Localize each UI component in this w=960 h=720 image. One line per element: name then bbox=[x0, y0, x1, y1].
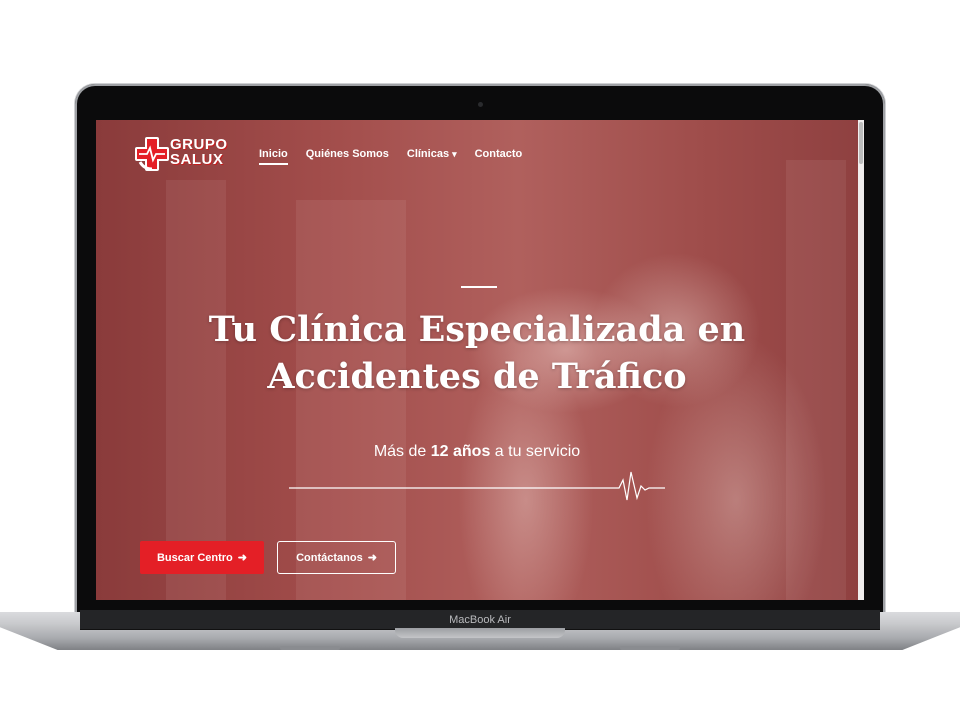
contactanos-button[interactable]: Contáctanos ➜ bbox=[277, 541, 396, 574]
main-nav: Inicio Quiénes Somos Clínicas ▾ Contacto bbox=[259, 148, 522, 165]
hero-subtitle-before: Más de bbox=[373, 443, 431, 460]
hero-title-line2: Accidentes de Tráfico bbox=[267, 356, 687, 397]
laptop-foot bbox=[280, 646, 340, 650]
medical-cross-icon bbox=[135, 137, 169, 171]
arrow-right-icon: ➜ bbox=[237, 552, 247, 564]
nav-item-clinicas-label: Clínicas bbox=[406, 148, 450, 160]
logo-line2: SALUX bbox=[170, 151, 224, 168]
nav-item-quienes-somos[interactable]: Quiénes Somos bbox=[306, 148, 389, 165]
nav-item-clinicas[interactable]: Clínicas ▾ bbox=[407, 148, 457, 165]
site-logo[interactable]: GRUPO SALUX bbox=[134, 134, 227, 174]
buscar-centro-label: Buscar Centro bbox=[156, 552, 233, 564]
arrow-right-icon: ➜ bbox=[367, 552, 377, 564]
heartbeat-line-icon bbox=[289, 471, 665, 501]
scrollbar-track[interactable] bbox=[858, 120, 864, 600]
hero-divider bbox=[461, 286, 497, 288]
camera-icon bbox=[478, 102, 483, 107]
hero-title: Tu Clínica Especializada en Accidentes d… bbox=[96, 306, 858, 400]
hero-subtitle: Más de 12 años a tu servicio bbox=[96, 443, 858, 461]
nav-item-inicio[interactable]: Inicio bbox=[259, 148, 288, 165]
background-corridor bbox=[296, 200, 406, 600]
device-label: MacBook Air bbox=[449, 614, 511, 626]
logo-text: GRUPO SALUX bbox=[170, 137, 228, 167]
hero-subtitle-bold: 12 años bbox=[430, 443, 491, 460]
hero-title-line1: Tu Clínica Especializada en bbox=[208, 309, 746, 350]
chevron-down-icon: ▾ bbox=[452, 149, 457, 159]
buscar-centro-button[interactable]: Buscar Centro ➜ bbox=[140, 541, 264, 574]
laptop-notch bbox=[395, 628, 565, 638]
hero-subtitle-after: a tu servicio bbox=[490, 443, 581, 460]
contactanos-label: Contáctanos bbox=[296, 552, 363, 564]
nav-item-contacto[interactable]: Contacto bbox=[475, 148, 523, 165]
laptop-foot bbox=[620, 646, 680, 650]
website-screen: GRUPO SALUX Inicio Quiénes Somos Clínica… bbox=[96, 120, 864, 600]
scrollbar-thumb[interactable] bbox=[859, 122, 863, 164]
logo-line1: GRUPO bbox=[170, 136, 228, 153]
